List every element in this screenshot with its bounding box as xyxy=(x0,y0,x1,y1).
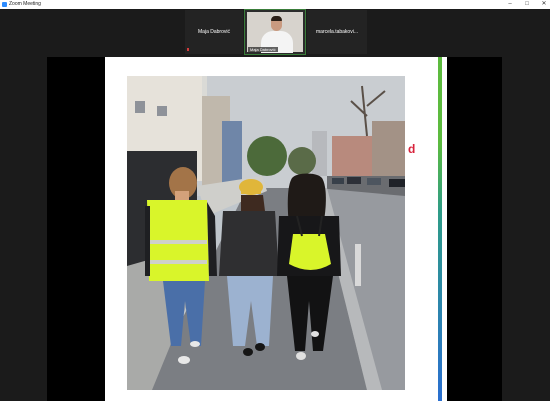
slide-accent-bar xyxy=(438,57,442,401)
close-button[interactable]: ✕ xyxy=(538,0,550,9)
shared-slide: d xyxy=(105,57,447,401)
participant-tile[interactable]: marcela.tabakovi... xyxy=(307,10,367,54)
minimize-button[interactable]: – xyxy=(504,0,516,9)
participant-tile[interactable]: Maja Dabrović xyxy=(185,10,243,54)
slide-partial-text: d xyxy=(408,142,416,156)
slide-photo xyxy=(127,76,405,390)
title-bar: Zoom Meeting – □ ✕ xyxy=(0,0,550,9)
window-title: Zoom Meeting xyxy=(9,1,41,7)
participant-video xyxy=(247,12,303,53)
participant-name: marcela.tabakovi... xyxy=(316,29,358,35)
participant-video-label: Maja Dabrović xyxy=(248,47,278,52)
screen-share-area[interactable]: d xyxy=(47,57,502,401)
participant-name: Maja Dabrović xyxy=(198,29,230,35)
street-walk-photo xyxy=(127,76,405,390)
maximize-button[interactable]: □ xyxy=(521,0,533,9)
participant-tile-active-speaker[interactable]: Maja Dabrović xyxy=(244,9,306,55)
mic-muted-icon xyxy=(187,48,189,51)
speaker-hair xyxy=(271,16,282,21)
zoom-app-icon xyxy=(2,2,7,7)
